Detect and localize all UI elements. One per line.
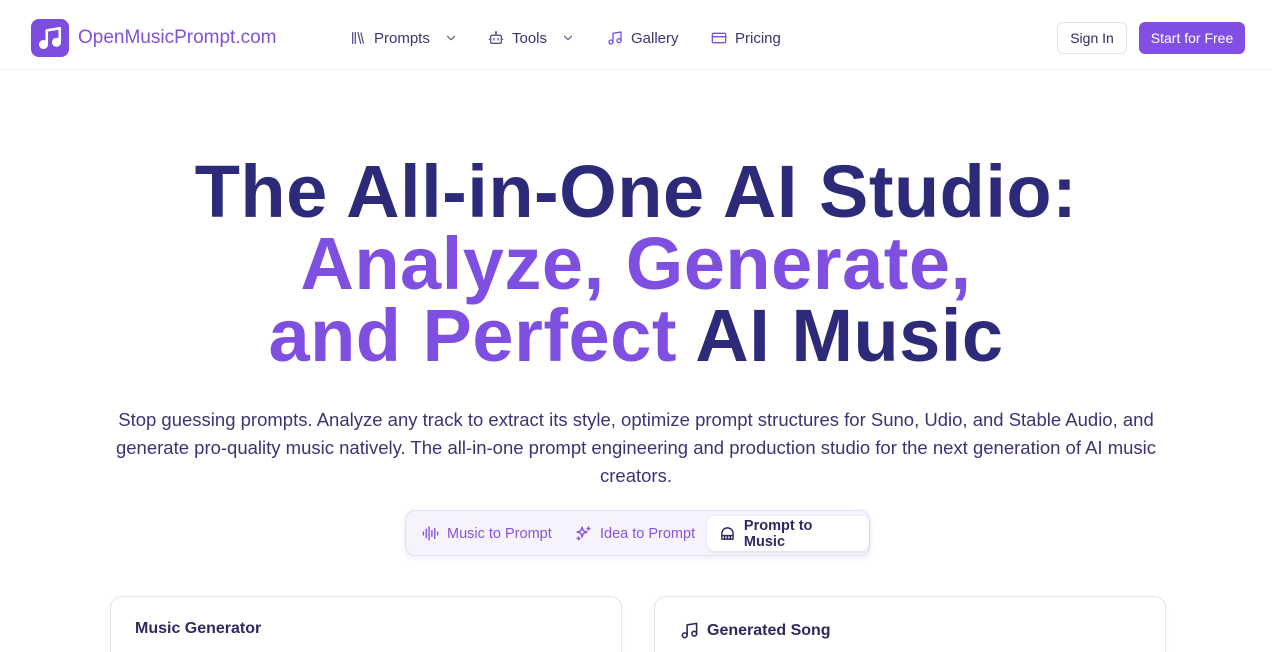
tab-music-to-prompt-label: Music to Prompt (447, 525, 552, 542)
generated-song-header: Generated Song (680, 621, 831, 640)
nav-pricing-label: Pricing (735, 29, 781, 47)
hero-title-line2: Analyze, Generate, (300, 222, 972, 305)
start-free-button[interactable]: Start for Free (1139, 22, 1245, 54)
hero-title-line3-rest: AI Music (676, 294, 1004, 377)
nav-pricing[interactable]: Pricing (711, 28, 781, 48)
logo-icon[interactable] (31, 19, 69, 57)
credit-card-icon (711, 32, 727, 44)
music-generator-card: Music Generator (110, 596, 622, 652)
tab-prompt-to-music[interactable]: Prompt to Music (707, 516, 869, 551)
hero-title: The All-in-One AI Studio: Analyze, Gener… (0, 155, 1272, 373)
mode-tabs: Music to Prompt Idea to Prompt Prompt to… (405, 510, 870, 556)
sparkles-icon (576, 526, 591, 541)
nav-tools[interactable]: Tools (488, 28, 575, 48)
nav-prompts-label: Prompts (374, 29, 430, 47)
nav-prompts[interactable]: Prompts (350, 28, 458, 48)
generated-song-title: Generated Song (707, 621, 831, 639)
tab-idea-to-prompt[interactable]: Idea to Prompt (575, 516, 695, 551)
nav-tools-label: Tools (512, 29, 548, 47)
chevron-down-icon (563, 35, 573, 41)
tab-idea-to-prompt-label: Idea to Prompt (600, 525, 696, 542)
music-note-icon (608, 31, 622, 45)
tab-music-to-prompt[interactable]: Music to Prompt (422, 516, 552, 551)
robot-icon (488, 31, 504, 44)
nav-gallery-label: Gallery (631, 29, 679, 47)
hero-title-line1: The All-in-One AI Studio: (194, 150, 1078, 233)
hero-title-line3-accent: and Perfect (268, 294, 677, 377)
site-header: OpenMusicPrompt.com Prompts Tools Galler… (0, 0, 1272, 70)
library-icon (352, 31, 364, 44)
music-generator-title: Music Generator (135, 620, 262, 637)
brand-name[interactable]: OpenMusicPrompt.com (78, 27, 277, 49)
piano-icon (721, 527, 734, 540)
sign-in-button[interactable]: Sign In (1057, 22, 1127, 54)
waveform-icon (422, 526, 439, 541)
generated-song-card: Generated Song (654, 596, 1166, 652)
chevron-down-icon (446, 35, 455, 41)
hero-subtitle: Stop guessing prompts. Analyze any track… (115, 409, 1157, 486)
music-note-icon (681, 622, 698, 639)
tab-prompt-to-music-label: Prompt to Music (743, 517, 813, 550)
nav-gallery[interactable]: Gallery (607, 28, 679, 48)
